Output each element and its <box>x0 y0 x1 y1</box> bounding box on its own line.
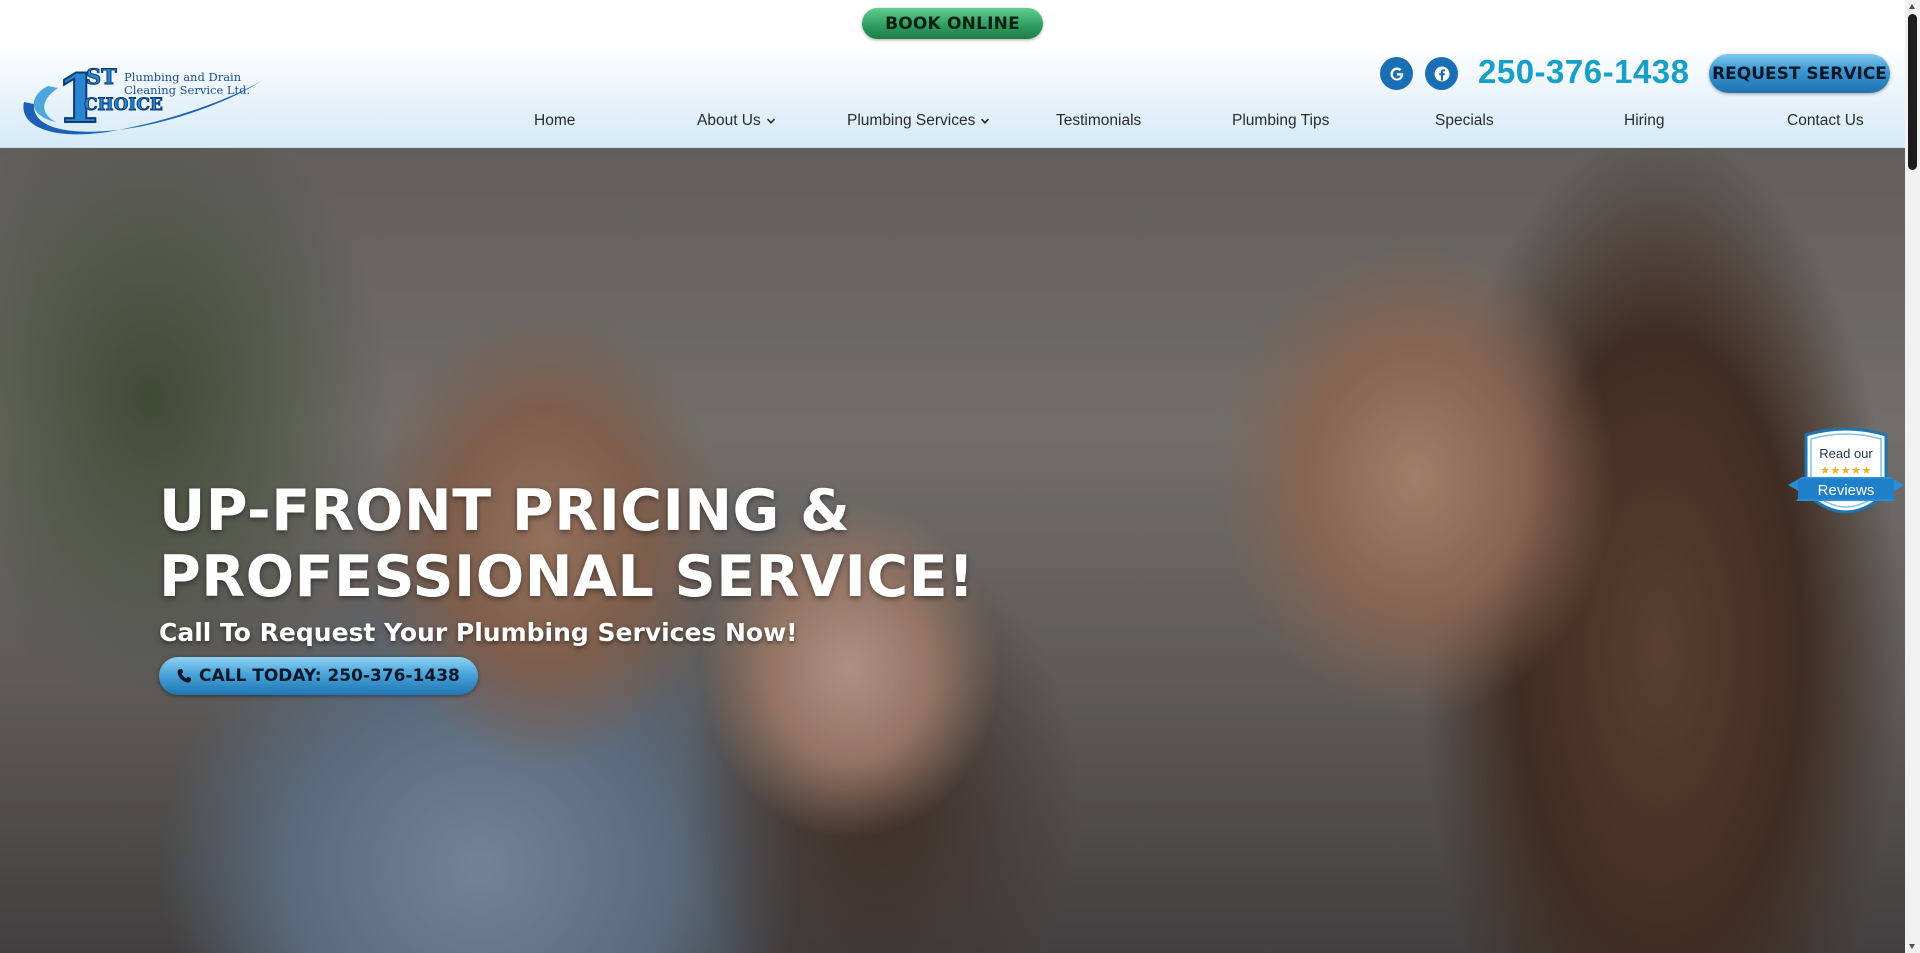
nav-item-label: Contact Us <box>1787 112 1864 129</box>
nav-item-label: About Us <box>697 112 761 129</box>
call-today-button[interactable]: CALL TODAY: 250-376-1438 <box>159 657 478 695</box>
hero-banner: UP-FRONT PRICING & PROFESSIONAL SERVICE!… <box>0 148 1905 953</box>
request-service-button[interactable]: REQUEST SERVICE <box>1709 54 1890 93</box>
reviews-badge-stars: ★★★★★ <box>1820 464 1872 477</box>
reviews-badge-line1: Read our <box>1819 446 1873 461</box>
logo-tagline: Plumbing and Drain Cleaning Service Ltd. <box>124 71 264 97</box>
main-nav: Home About Us Plumbing Services Testimon… <box>500 112 1900 138</box>
site-header: BOOK ONLINE 1 ST CHOICE Plumbing and Dra… <box>0 0 1905 148</box>
hero-subtitle: Call To Request Your Plumbing Services N… <box>159 618 798 647</box>
google-link[interactable] <box>1380 57 1413 90</box>
reviews-shield-icon <box>1788 427 1904 514</box>
nav-item-plumbing-services[interactable]: Plumbing Services <box>847 112 990 130</box>
nav-item-testimonials[interactable]: Testimonials <box>1056 112 1141 130</box>
scroll-down-arrow-icon[interactable] <box>1909 944 1915 949</box>
phone-icon <box>177 669 191 683</box>
hero-title-line2: PROFESSIONAL SERVICE! <box>159 544 975 610</box>
hero-title: UP-FRONT PRICING & PROFESSIONAL SERVICE! <box>159 478 975 610</box>
reviews-badge-line2: Reviews <box>1817 482 1875 499</box>
nav-item-label: Plumbing Tips <box>1232 112 1330 129</box>
call-today-label: CALL TODAY: 250-376-1438 <box>199 666 460 686</box>
book-online-button[interactable]: BOOK ONLINE <box>862 8 1043 39</box>
logo-mark-st: ST <box>86 64 117 89</box>
nav-item-plumbing-tips[interactable]: Plumbing Tips <box>1232 112 1329 130</box>
nav-item-about-us[interactable]: About Us <box>697 112 776 130</box>
read-reviews-badge[interactable]: Read our ★★★★★ Reviews <box>1788 427 1904 527</box>
header-phone-link[interactable]: 250-376-1438 <box>1478 53 1690 91</box>
scroll-up-arrow-icon[interactable] <box>1909 4 1915 9</box>
nav-item-label: Home <box>534 112 576 129</box>
nav-item-contact-us[interactable]: Contact Us <box>1787 112 1864 130</box>
company-logo[interactable]: 1 ST CHOICE Plumbing and Drain Cleaning … <box>18 58 268 142</box>
nav-item-hiring[interactable]: Hiring <box>1624 112 1664 130</box>
hero-content: UP-FRONT PRICING & PROFESSIONAL SERVICE!… <box>159 478 975 695</box>
logo-mark-choice: CHOICE <box>84 95 163 115</box>
nav-item-specials[interactable]: Specials <box>1435 112 1494 130</box>
facebook-icon <box>1434 66 1449 81</box>
scrollbar-thumb[interactable] <box>1908 14 1917 170</box>
hero-title-line1: UP-FRONT PRICING & <box>159 478 851 544</box>
nav-item-label: Specials <box>1435 112 1494 129</box>
nav-item-label: Testimonials <box>1056 112 1142 129</box>
google-icon <box>1390 67 1403 80</box>
nav-item-label: Plumbing Services <box>847 112 976 129</box>
chevron-down-icon <box>981 118 990 124</box>
nav-item-home[interactable]: Home <box>534 112 575 130</box>
chevron-down-icon <box>766 118 775 124</box>
nav-item-label: Hiring <box>1624 112 1665 129</box>
page-scrollbar[interactable] <box>1905 0 1920 953</box>
logo-tagline-line2: Cleaning Service Ltd. <box>124 83 251 97</box>
facebook-link[interactable] <box>1425 57 1458 90</box>
